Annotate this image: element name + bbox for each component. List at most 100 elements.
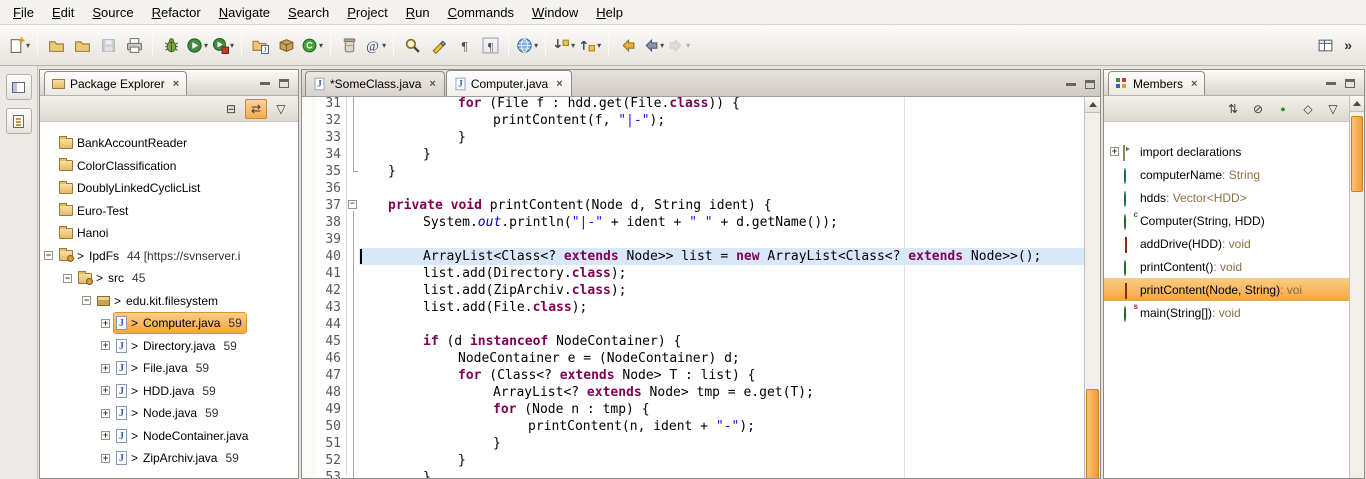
dropdown-arrow-icon[interactable]: ▾ [204, 41, 208, 50]
menu-item-navigate[interactable]: Navigate [210, 0, 279, 24]
menu-item-run[interactable]: Run [397, 0, 439, 24]
package-explorer-view-tab[interactable]: Package Explorer × [44, 71, 187, 95]
tree-item[interactable]: BankAccountReader [40, 132, 298, 155]
scroll-up-icon[interactable] [1085, 97, 1100, 113]
tree-item-content[interactable]: >NodeContainer.java [114, 426, 252, 446]
editor-tab[interactable]: *SomeClass.java× [305, 71, 445, 96]
menu-item-refactor[interactable]: Refactor [143, 0, 210, 24]
tree-item[interactable]: + >Computer.java59 [40, 312, 298, 335]
collapse-all-button[interactable]: ⊟ [220, 99, 242, 119]
sort-button[interactable]: ⇅ [1222, 99, 1244, 119]
expand-expander-icon[interactable]: + [101, 454, 110, 463]
dropdown-arrow-icon[interactable]: ▾ [660, 41, 664, 50]
tree-item-content[interactable]: >ZipArchiv.java59 [114, 448, 243, 468]
tree-item-content[interactable]: >HDD.java59 [114, 381, 220, 401]
tree-item[interactable]: −>src45 [40, 267, 298, 290]
close-icon[interactable]: × [1188, 78, 1197, 90]
open-file-button[interactable] [69, 32, 95, 58]
dropdown-arrow-icon[interactable]: ▾ [534, 41, 538, 50]
maximize-icon[interactable] [1345, 79, 1355, 88]
tree-item[interactable]: −>IpdFs44 [https://svnserver.i [40, 245, 298, 268]
dropdown-arrow-icon[interactable]: ▾ [230, 41, 234, 50]
tree-item-content[interactable]: ColorClassification [57, 156, 180, 176]
expand-expander-icon[interactable]: + [101, 341, 110, 350]
member-item[interactable]: hdds : Vector<HDD> [1104, 186, 1364, 209]
show-whitespace-button[interactable] [451, 32, 477, 58]
tree-item[interactable]: ColorClassification [40, 155, 298, 178]
tree-item[interactable]: Hanoi [40, 222, 298, 245]
dropdown-arrow-icon[interactable]: ▾ [382, 41, 386, 50]
open-resource-button[interactable] [43, 32, 69, 58]
tree-item-content[interactable]: DoublyLinkedCyclicList [57, 178, 204, 198]
expand-expander-icon[interactable]: + [101, 386, 110, 395]
view-menu-button[interactable]: ▽ [1322, 99, 1344, 119]
tree-item-content[interactable]: Hanoi [57, 223, 112, 243]
external-tools-button[interactable]: ▾ [210, 32, 236, 58]
editor-tab[interactable]: Computer.java× [446, 70, 572, 96]
close-icon[interactable]: × [553, 78, 562, 90]
members-vertical-scrollbar[interactable] [1349, 96, 1364, 478]
previous-annotation-button[interactable]: ▾ [577, 32, 603, 58]
member-item[interactable]: computerName : String [1104, 163, 1364, 186]
open-web-browser-button[interactable]: ▾ [514, 32, 540, 58]
menu-item-file[interactable]: File [4, 0, 43, 24]
hide-fields-button[interactable]: ⊘ [1247, 99, 1269, 119]
tree-item[interactable]: +>File.java59 [40, 357, 298, 380]
tree-item[interactable]: + >ZipArchiv.java59 [40, 447, 298, 470]
dropdown-arrow-icon[interactable]: ▾ [686, 41, 690, 50]
members-view-tab[interactable]: Members × [1108, 71, 1205, 95]
open-perspective-button[interactable] [1312, 32, 1338, 58]
debug-button[interactable] [158, 32, 184, 58]
menu-item-project[interactable]: Project [338, 0, 396, 24]
tree-item[interactable]: +>Node.java59 [40, 402, 298, 425]
maximize-icon[interactable] [279, 79, 289, 88]
member-item[interactable]: addDrive(HDD) : void [1104, 232, 1364, 255]
tree-item-content[interactable]: >Computer.java59 [114, 313, 246, 333]
scrollbar-thumb[interactable] [1086, 389, 1099, 478]
expand-expander-icon[interactable]: + [101, 409, 110, 418]
editor-body[interactable]: 3132333435363738394041424344454647484950… [302, 97, 1100, 478]
back-button[interactable]: ▾ [640, 32, 666, 58]
hide-static-members-button[interactable]: ● [1272, 99, 1294, 119]
new-package-button[interactable] [273, 32, 299, 58]
menu-item-help[interactable]: Help [587, 0, 632, 24]
tree-item-content[interactable]: >Directory.java59 [114, 336, 241, 356]
dropdown-arrow-icon[interactable]: ▾ [597, 41, 601, 50]
minimize-icon[interactable] [1066, 83, 1076, 86]
editor-vertical-scrollbar[interactable] [1084, 97, 1100, 478]
new-wizard-button[interactable]: ▾ [6, 32, 32, 58]
tree-item[interactable]: + >Directory.java59 [40, 335, 298, 358]
tree-item[interactable]: + >HDD.java59 [40, 380, 298, 403]
toolbar-overflow-chevron[interactable]: » [1338, 37, 1360, 53]
menu-item-commands[interactable]: Commands [439, 0, 523, 24]
save-button[interactable] [95, 32, 121, 58]
expand-expander-icon[interactable]: + [101, 319, 110, 328]
menu-item-edit[interactable]: Edit [43, 0, 83, 24]
minimize-icon[interactable] [1326, 82, 1336, 85]
tree-item-content[interactable]: >src45 [76, 268, 149, 288]
dropdown-arrow-icon[interactable]: ▾ [571, 41, 575, 50]
collapse-fold-icon[interactable]: − [348, 200, 357, 209]
tree-item-content[interactable]: BankAccountReader [57, 133, 191, 153]
collapse-expander-icon[interactable]: − [44, 251, 53, 260]
forward-button[interactable]: ▾ [666, 32, 692, 58]
expand-expander-icon[interactable]: + [101, 364, 110, 373]
tree-item-content[interactable]: Euro-Test [57, 201, 132, 221]
dropdown-arrow-icon[interactable]: ▾ [319, 41, 323, 50]
code-area[interactable]: for (File f : hdd.get(File.class)) {prin… [359, 97, 1084, 476]
new-class-button[interactable]: ▾ [299, 32, 325, 58]
next-annotation-button[interactable]: ▾ [551, 32, 577, 58]
new-java-project-button[interactable] [247, 32, 273, 58]
tree-item-content[interactable]: >edu.kit.filesystem [95, 291, 222, 311]
scrollbar-thumb[interactable] [1351, 116, 1363, 192]
member-item[interactable]: cComputer(String, HDD) [1104, 209, 1364, 232]
collapse-expander-icon[interactable]: − [82, 296, 91, 305]
generate-javadoc-button[interactable]: ▾ [362, 32, 388, 58]
tree-item-content[interactable]: >IpdFs44 [https://svnserver.i [57, 246, 244, 266]
tree-item[interactable]: Euro-Test [40, 200, 298, 223]
member-item[interactable]: printContent() : void [1104, 255, 1364, 278]
menu-item-search[interactable]: Search [279, 0, 338, 24]
maximize-icon[interactable] [1085, 80, 1095, 89]
member-item[interactable]: +import declarations [1104, 140, 1364, 163]
close-icon[interactable]: × [170, 78, 179, 90]
